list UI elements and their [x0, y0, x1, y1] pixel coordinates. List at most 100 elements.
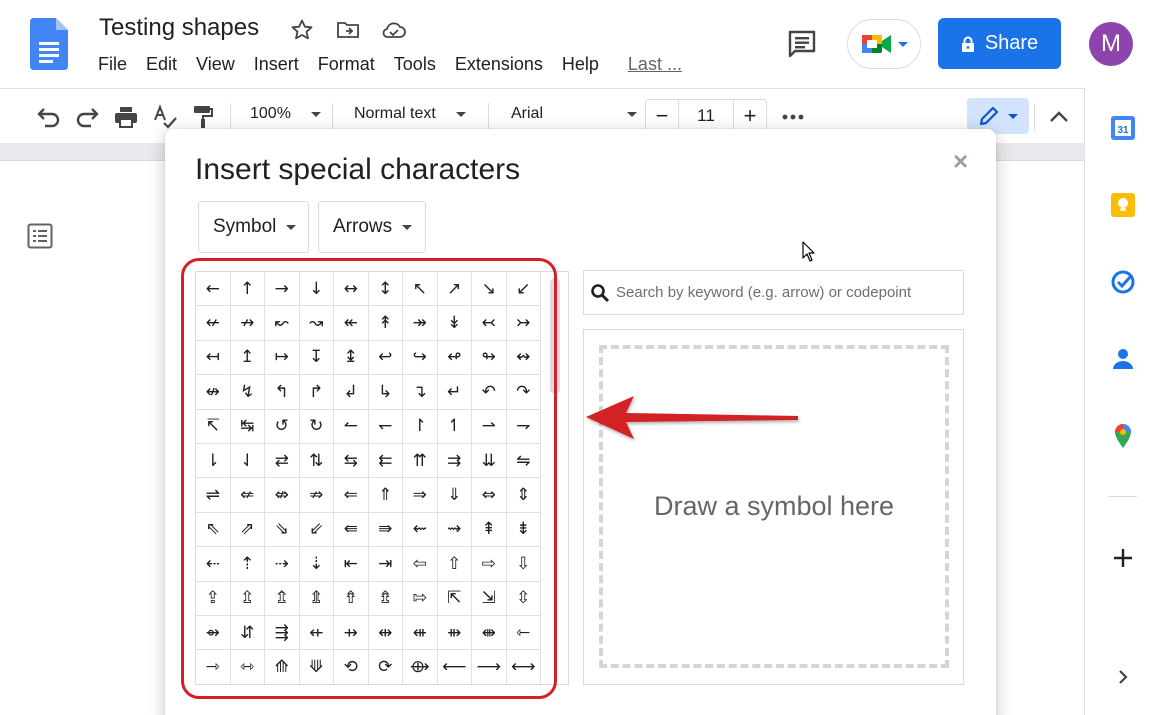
symbol-cell[interactable]: ↨	[334, 340, 369, 376]
symbol-cell[interactable]: ⇔	[472, 478, 507, 513]
symbol-cell[interactable]: ⇷	[299, 615, 334, 651]
symbol-cell[interactable]: ↰	[265, 375, 300, 410]
comment-history-icon[interactable]	[786, 28, 818, 60]
symbol-cell[interactable]: ↺	[265, 409, 300, 444]
symbol-cell[interactable]: ⇮	[334, 581, 369, 616]
symbol-cell[interactable]: ↗	[437, 272, 472, 307]
symbol-cell[interactable]: ⇀	[472, 409, 507, 444]
symbol-cell[interactable]: ↜	[265, 306, 300, 341]
symbol-cell[interactable]: ↲	[334, 375, 369, 410]
symbol-cell[interactable]: ⇐	[334, 478, 369, 513]
symbol-cell[interactable]: ⇅	[299, 443, 334, 479]
cloud-saved-icon[interactable]	[380, 16, 408, 44]
symbol-cell[interactable]: ⇸	[334, 615, 369, 651]
symbol-cell[interactable]: ⇢	[265, 547, 300, 582]
symbol-cell[interactable]: ⇨	[472, 547, 507, 582]
symbol-cell[interactable]: ⇎	[265, 478, 300, 513]
symbol-cell[interactable]: ⇠	[196, 547, 231, 582]
close-button[interactable]: ×	[953, 148, 973, 174]
contacts-icon[interactable]	[1109, 345, 1137, 373]
symbol-cell[interactable]: ←	[196, 272, 231, 307]
symbol-cell[interactable]: ⇬	[265, 581, 300, 616]
symbol-cell[interactable]: ↤	[196, 340, 231, 376]
document-outline-icon[interactable]	[27, 223, 53, 249]
symbol-cell[interactable]: ↹	[230, 409, 265, 444]
symbol-cell[interactable]: ⇽	[506, 615, 541, 651]
redo-icon[interactable]	[75, 104, 101, 130]
symbol-cell[interactable]: ↣	[506, 306, 541, 341]
symbol-cell[interactable]: ⇑	[368, 478, 403, 513]
symbol-cell[interactable]: ↳	[368, 375, 403, 410]
symbol-cell[interactable]: ⇁	[506, 409, 541, 444]
avatar[interactable]: M	[1089, 22, 1133, 66]
symbol-cell[interactable]: ⇓	[437, 478, 472, 513]
symbol-cell[interactable]: ⇯	[368, 581, 403, 616]
symbol-cell[interactable]: ↑	[230, 272, 265, 307]
symbol-cell[interactable]: ⇜	[403, 512, 438, 548]
symbol-cell[interactable]: ↸	[196, 409, 231, 444]
symbol-cell[interactable]: ⟷	[506, 650, 541, 684]
symbol-cell[interactable]: ↟	[368, 306, 403, 341]
menu-extensions[interactable]: Extensions	[455, 54, 543, 75]
symbol-cell[interactable]: ⇕	[506, 478, 541, 513]
symbol-cell[interactable]: ⇗	[230, 512, 265, 548]
document-title[interactable]: Testing shapes	[99, 14, 259, 42]
symbol-cell[interactable]: ⇴	[196, 615, 231, 651]
symbol-cell[interactable]: ⇵	[230, 615, 265, 651]
symbol-cell[interactable]: ⇝	[437, 512, 472, 548]
symbol-cell[interactable]: ⇛	[368, 512, 403, 548]
symbol-cell[interactable]: ⇟	[506, 512, 541, 548]
share-button[interactable]: Share	[938, 18, 1061, 69]
move-folder-icon[interactable]	[334, 16, 362, 44]
expand-icon[interactable]	[1109, 663, 1137, 691]
print-icon[interactable]	[113, 104, 139, 130]
symbol-cell[interactable]: ↶	[472, 375, 507, 410]
menu-view[interactable]: View	[196, 54, 235, 75]
symbol-cell[interactable]: ⇆	[334, 443, 369, 479]
symbol-cell[interactable]: ↪	[403, 340, 438, 376]
symbol-cell[interactable]: ⇊	[472, 443, 507, 479]
symbol-cell[interactable]: ⇪	[196, 581, 231, 616]
symbol-cell[interactable]: ⇒	[403, 478, 438, 513]
symbol-cell[interactable]: ↭	[506, 340, 541, 376]
decrease-font-size-button[interactable]: −	[646, 100, 678, 132]
symbol-cell[interactable]: ↮	[196, 375, 231, 410]
symbol-cell[interactable]: ⇺	[403, 615, 438, 651]
maps-icon[interactable]	[1109, 422, 1137, 450]
symbol-cell[interactable]: ⟲	[334, 650, 369, 684]
search-input[interactable]	[616, 284, 956, 301]
symbol-cell[interactable]: ↔	[334, 272, 369, 307]
symbol-cell[interactable]: ⟴	[403, 650, 438, 684]
symbol-cell[interactable]: ↝	[299, 306, 334, 341]
symbol-cell[interactable]: ⇋	[506, 443, 541, 479]
symbol-cell[interactable]: ↬	[472, 340, 507, 376]
spellcheck-icon[interactable]	[152, 104, 178, 130]
symbol-cell[interactable]: ⇈	[403, 443, 438, 479]
symbol-cell[interactable]: ⟰	[265, 650, 300, 684]
symbol-cell[interactable]: ⇫	[230, 581, 265, 616]
symbol-cell[interactable]: ⇇	[368, 443, 403, 479]
star-icon[interactable]	[288, 16, 316, 44]
paint-format-icon[interactable]	[190, 104, 216, 130]
symbol-cell[interactable]: ↻	[299, 409, 334, 444]
symbol-cell[interactable]: →	[265, 272, 300, 307]
symbol-cell[interactable]: ⇳	[506, 581, 541, 616]
symbol-cell[interactable]: ⇌	[196, 478, 231, 513]
more-options-icon[interactable]	[780, 104, 806, 130]
symbol-cell[interactable]: ⇙	[299, 512, 334, 548]
symbol-cell[interactable]: ↴	[403, 375, 438, 410]
symbol-cell[interactable]: ↽	[368, 409, 403, 444]
symbol-cell[interactable]: ↾	[403, 409, 438, 444]
symbol-cell[interactable]: ⇣	[299, 547, 334, 582]
symbol-cell[interactable]: ⇭	[299, 581, 334, 616]
menu-help[interactable]: Help	[562, 54, 599, 75]
subcategory-select[interactable]: Arrows	[318, 201, 426, 253]
symbol-cell[interactable]: ⇲	[472, 581, 507, 616]
symbol-cell[interactable]: ↙	[506, 272, 541, 307]
symbol-cell[interactable]: ⇡	[230, 547, 265, 582]
symbol-cell[interactable]: ⇂	[196, 443, 231, 479]
symbol-grid-scrollbar[interactable]	[550, 278, 560, 394]
symbol-cell[interactable]: ⇿	[230, 650, 265, 684]
symbol-cell[interactable]: ⇏	[299, 478, 334, 513]
style-select[interactable]: Normal text	[354, 105, 466, 123]
